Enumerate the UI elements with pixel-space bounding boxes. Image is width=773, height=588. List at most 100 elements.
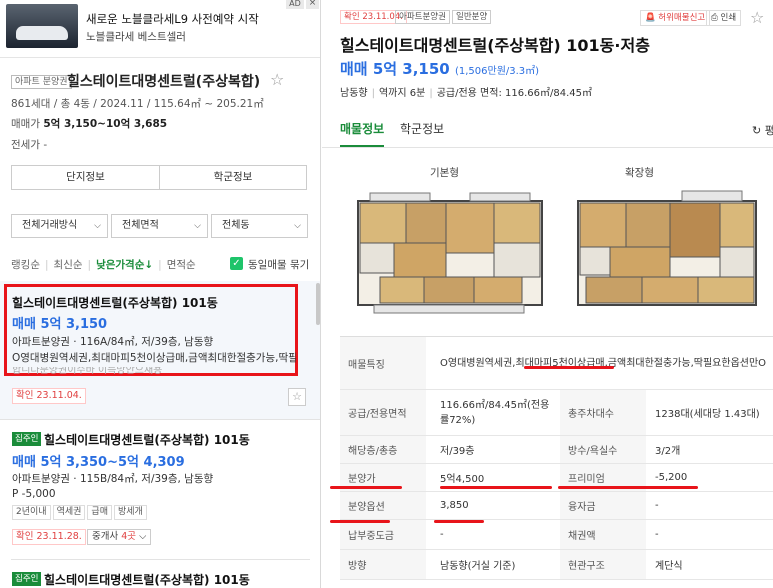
report-fake-button[interactable]: 🚨 허위매물신고	[640, 10, 711, 26]
chevron-down-icon: ⌵	[294, 221, 301, 231]
table-label: 방수/욕실수	[560, 436, 646, 463]
chevron-down-icon: ⌵	[94, 221, 101, 231]
listing-price: 매매 5억 3,350~5억 4,309	[12, 455, 185, 470]
annotation-underline	[440, 486, 552, 489]
table-row: 해당층/총층 저/39층 방수/욕실수 3/2개	[340, 436, 773, 464]
table-label: 방향	[340, 550, 426, 579]
favorite-star-icon[interactable]: ☆	[270, 70, 284, 89]
tag: 2년이내	[12, 505, 51, 520]
annotation-underline	[330, 520, 390, 523]
annotation-underline	[434, 520, 484, 523]
listing-title[interactable]: 힐스테이트대명센트럴(주상복합) 101동	[12, 294, 218, 311]
ad-close-icon[interactable]: ×	[306, 0, 319, 9]
area-filter[interactable]: 전체면적 ⌵	[111, 214, 208, 238]
chevron-down-icon: ⌵	[194, 221, 201, 231]
sort-ranking[interactable]: 랭킹순	[11, 259, 40, 271]
floorplan-basic-image[interactable]	[350, 183, 550, 323]
ad-subtitle: 노블클라세 베스트셀러	[86, 31, 186, 43]
complex-type-tag: 아파트 분양권	[11, 75, 72, 89]
same-listing-label[interactable]: 동일매물 묶기	[248, 257, 309, 272]
agent-count-dropdown[interactable]: 중개사 4곳 ⌵	[87, 529, 152, 545]
ad-car-image	[6, 4, 78, 48]
complex-info-button[interactable]: 단지정보	[11, 165, 160, 190]
listing-premium: P -5,000	[12, 488, 56, 500]
table-value: 3/2개	[655, 446, 681, 457]
table-label: 현관구조	[560, 550, 646, 579]
sort-latest[interactable]: 최신순	[54, 259, 83, 271]
tag: 역세권	[52, 505, 86, 520]
table-label: 총주차대수	[560, 390, 646, 435]
print-icon: ⎙	[711, 13, 718, 23]
siren-icon: 🚨	[645, 13, 656, 23]
property-type-tag: 아파트분양권	[395, 10, 450, 24]
trade-type-filter[interactable]: 전체거래방식 ⌵	[11, 214, 108, 238]
sort-bar: 랭킹순 | 최신순 | 낮은가격순↓ | 면적순	[11, 259, 196, 271]
table-value: -	[655, 529, 659, 540]
table-row: 납부중도금 - 채권액 -	[340, 520, 773, 550]
tab-divider	[322, 147, 773, 148]
listing-title[interactable]: 힐스테이트대명센트럴(주상복합) 101동	[44, 571, 250, 588]
ad-badge: AD	[286, 0, 304, 9]
listing-tags: 2년이내 역세권 급매 방세개	[12, 504, 149, 520]
listing-favorite-star-icon[interactable]: ☆	[288, 388, 306, 406]
listing-title[interactable]: 힐스테이트대명센트럴(주상복합) 101동	[44, 431, 250, 448]
confirm-date-badge: 확인 23.11.04.	[12, 388, 86, 404]
sale-kind-tag: 일반분양	[452, 10, 492, 24]
refresh-icon[interactable]: ↻ 평	[752, 122, 773, 138]
detail-meta: 남동향 | 역까지 6분 | 공급/전용 면적: 116.66㎡/84.45㎡	[340, 88, 592, 99]
sort-low-price[interactable]: 낮은가격순↓	[96, 259, 153, 271]
table-label: 공급/전용면적	[340, 390, 426, 435]
divider	[11, 559, 310, 560]
school-info-button[interactable]: 학군정보	[159, 165, 307, 190]
annotation-underline	[558, 486, 698, 489]
owner-badge: 집주인	[12, 432, 42, 446]
annotation-underline	[330, 486, 402, 489]
scrollbar-thumb[interactable]	[316, 283, 320, 325]
table-label: 납부중도금	[340, 520, 426, 549]
table-row: 분양가 5억4,500 프리미엄 -5,200	[340, 464, 773, 492]
complex-lease-price: 전세가 -	[11, 139, 48, 151]
floorplan-basic-label: 기본형	[430, 167, 459, 179]
tag: 급매	[87, 505, 112, 520]
detail-title: 힐스테이트대명센트럴(주상복합) 101동·저층	[340, 36, 650, 55]
complex-meta: 861세대 / 총 4동 / 2024.11 / 115.64㎡ ~ 205.2…	[11, 98, 264, 110]
table-value: 남동향(거실 기준)	[440, 561, 516, 572]
annotation-underline	[524, 366, 614, 369]
floorplan-extended-image[interactable]	[572, 183, 762, 323]
table-value: 계단식	[655, 561, 683, 572]
table-value: -	[655, 500, 659, 511]
table-row: 분양옵션 3,850 융자금 -	[340, 492, 773, 520]
listing-price: 매매 5억 3,150	[12, 317, 108, 332]
listing-info: 아파트분양권 · 115B/84㎡, 저/39층, 남동향	[12, 473, 214, 485]
dong-filter[interactable]: 전체동 ⌵	[211, 214, 308, 238]
table-label: 융자금	[560, 492, 646, 519]
listing-info: 아파트분양권 · 116A/84㎡, 저/39층, 남동향	[12, 336, 214, 348]
tab-listing-info[interactable]: 매물정보	[340, 120, 384, 137]
print-button[interactable]: ⎙ 인쇄	[706, 10, 742, 26]
listing-info-table: 매물특징 O영대병원역세권,최대마피5천이상급매,금액최대한절충가능,딱필요한옵…	[340, 336, 773, 580]
complex-name: 힐스테이트대명센트럴(주상복합)	[67, 74, 261, 90]
listing-panel: 새로운 노블클라세L9 사전예약 시작 노블클라세 베스트셀러 AD × 아파트…	[0, 0, 321, 588]
table-label: 해당층/총층	[340, 436, 426, 463]
table-value: 116.66㎡/84.45㎡(전용률72%)	[440, 399, 550, 426]
table-row: 방향 남동향(거실 기준) 현관구조 계단식	[340, 550, 773, 580]
table-value: 1238대(세대당 1.43대)	[655, 409, 760, 420]
table-row: 공급/전용면적 116.66㎡/84.45㎡(전용률72%) 총주차대수 123…	[340, 390, 773, 436]
table-label: 채권액	[560, 520, 646, 549]
tag: 방세개	[113, 505, 147, 520]
floorplan-extended-label: 확장형	[625, 167, 654, 179]
same-listing-checkbox[interactable]: ✓	[230, 257, 243, 270]
detail-panel: 확인 23.11.04. 아파트분양권 일반분양 🚨 허위매물신고 ⎙ 인쇄 ☆…	[322, 0, 773, 588]
table-value: 저/39층	[440, 446, 475, 457]
ad-title: 새로운 노블클라세L9 사전예약 시작	[86, 12, 259, 26]
listing-description: O영대병원역세권,최대마피5천이상급매,금액최대한절충가능,딱필..	[12, 352, 296, 364]
tab-school-info[interactable]: 학군정보	[400, 120, 444, 137]
detail-favorite-star-icon[interactable]: ☆	[750, 8, 764, 27]
table-row: 매물특징 O영대병원역세권,최대마피5천이상급매,금액최대한절충가능,딱필요한옵…	[340, 337, 773, 390]
owner-badge: 집주인	[12, 572, 42, 586]
complex-sale-price: 매매가 5억 3,150~10억 3,685	[11, 118, 168, 130]
table-value: -	[440, 529, 444, 540]
ad-banner[interactable]: 새로운 노블클라세L9 사전예약 시작 노블클라세 베스트셀러 AD ×	[0, 0, 320, 58]
sort-area[interactable]: 면적순	[167, 259, 196, 271]
table-value: 3,850	[440, 500, 469, 511]
